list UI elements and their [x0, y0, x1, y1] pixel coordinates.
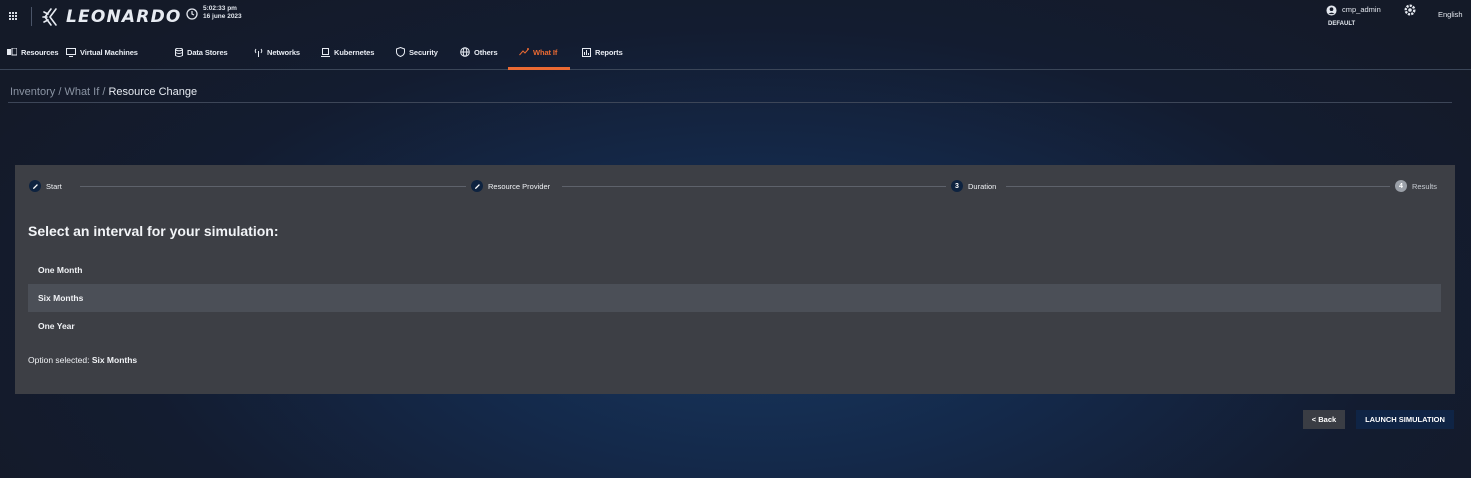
- selection-prefix: Option selected:: [28, 355, 90, 365]
- selection-value: Six Months: [91, 355, 138, 365]
- header-divider: [31, 7, 32, 26]
- breadcrumb-separator: /: [102, 86, 106, 98]
- step-start[interactable]: Start: [29, 180, 62, 192]
- step-label: Start: [46, 181, 62, 191]
- option-one-year[interactable]: One Year: [28, 312, 1441, 340]
- nav-item-reports[interactable]: Reports: [582, 46, 623, 58]
- launch-simulation-button[interactable]: LAUNCH SIMULATION: [1356, 410, 1454, 429]
- nav-item-networks[interactable]: Networks: [254, 46, 300, 58]
- user-avatar-icon[interactable]: [1326, 5, 1337, 16]
- step-duration[interactable]: 3 Duration: [951, 180, 996, 192]
- monitor-icon: [66, 47, 76, 57]
- report-icon: [582, 47, 591, 57]
- step-number: 4: [1395, 180, 1407, 192]
- option-six-months[interactable]: Six Months: [28, 284, 1441, 312]
- selection-summary: Option selected: Six Months: [28, 355, 137, 365]
- interval-question: Select an interval for your simulation:: [28, 223, 279, 239]
- nav-label: Data Stores: [187, 47, 228, 57]
- brand-name: LEONARDO: [66, 7, 182, 27]
- step-results[interactable]: 4 Results: [1395, 180, 1437, 192]
- active-tab-indicator: [508, 67, 570, 70]
- top-bar: LEONARDO 5:02:33 pm 16 june 2023 cmp_adm…: [0, 0, 1471, 33]
- nav-item-virtual-machines[interactable]: Virtual Machines: [66, 46, 138, 58]
- stepper-connector: [562, 186, 946, 187]
- option-one-month[interactable]: One Month: [28, 256, 1441, 284]
- current-date: 16 june 2023: [203, 13, 242, 20]
- settings-gear-icon[interactable]: [1403, 3, 1417, 17]
- nav-item-data-stores[interactable]: Data Stores: [175, 46, 228, 58]
- nav-label: Others: [474, 47, 498, 57]
- nav-label: Reports: [595, 47, 623, 57]
- language-selector[interactable]: English: [1438, 10, 1463, 19]
- step-label: Duration: [968, 181, 997, 191]
- breadcrumb-what-if[interactable]: What If: [64, 86, 99, 98]
- resources-icon: [7, 48, 17, 56]
- shield-icon: [396, 47, 405, 57]
- nav-label: What If: [533, 47, 558, 57]
- nav-item-security[interactable]: Security: [396, 46, 438, 58]
- breadcrumb-inventory[interactable]: Inventory: [10, 86, 55, 98]
- nav-label: Resources: [21, 47, 59, 57]
- pencil-icon: [32, 183, 38, 189]
- stepper-connector: [1006, 186, 1390, 187]
- nav-label: Virtual Machines: [80, 47, 138, 57]
- stepper-connector: [80, 186, 466, 187]
- step-marker: [29, 180, 41, 192]
- datetime-display: 5:02:33 pm 16 june 2023: [203, 5, 242, 21]
- database-icon: [175, 47, 183, 57]
- kubernetes-icon: [321, 47, 330, 57]
- what-if-icon: [519, 48, 529, 56]
- pencil-icon: [474, 183, 480, 189]
- step-number: 3: [951, 180, 963, 192]
- breadcrumb-divider: [8, 102, 1452, 103]
- nav-item-others[interactable]: Others: [460, 46, 498, 58]
- nav-label: Networks: [267, 47, 300, 57]
- nav-item-resources[interactable]: Resources: [7, 46, 59, 58]
- user-name[interactable]: cmp_admin: [1342, 5, 1381, 14]
- leonardo-logo-icon: [42, 8, 57, 26]
- nav-label: Security: [409, 47, 438, 57]
- brand-logo[interactable]: LEONARDO: [41, 6, 182, 28]
- step-label: Resource Provider: [488, 181, 551, 191]
- step-label: Results: [1412, 181, 1438, 191]
- breadcrumb: Inventory / What If / Resource Change: [10, 86, 197, 98]
- main-nav: Resources Virtual Machines Data Stores N…: [0, 34, 1471, 70]
- antenna-icon: [254, 48, 263, 57]
- step-marker: [471, 180, 483, 192]
- step-resource-provider[interactable]: Resource Provider: [471, 180, 550, 192]
- clock-icon: [186, 8, 198, 20]
- apps-grid-icon[interactable]: [9, 12, 18, 21]
- nav-item-what-if[interactable]: What If: [519, 46, 557, 58]
- current-time: 5:02:33 pm: [203, 5, 237, 12]
- nav-item-kubernetes[interactable]: Kubernetes: [321, 46, 374, 58]
- tenant-label: DEFAULT: [1328, 21, 1356, 27]
- globe-icon: [460, 47, 470, 57]
- breadcrumb-separator: /: [58, 86, 62, 98]
- back-button[interactable]: < Back: [1303, 410, 1345, 429]
- nav-label: Kubernetes: [334, 47, 375, 57]
- breadcrumb-current: Resource Change: [108, 86, 198, 98]
